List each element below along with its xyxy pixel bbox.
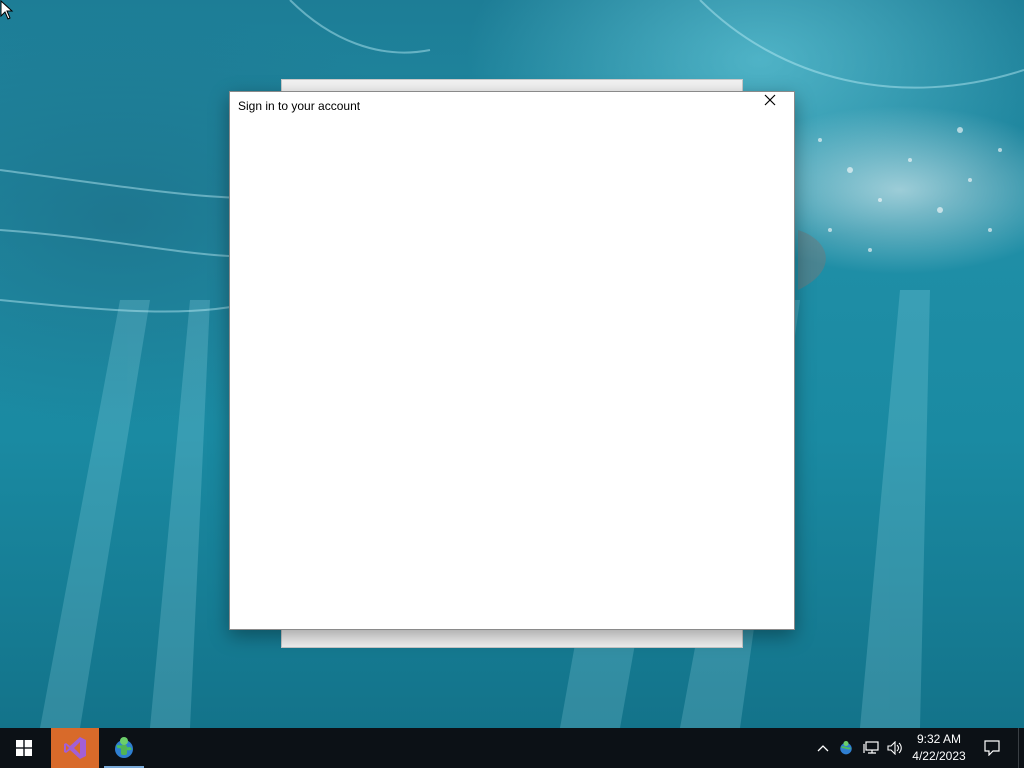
start-button[interactable]: [0, 728, 48, 768]
taskbar-app-visual-studio[interactable]: [51, 728, 99, 768]
chevron-up-icon: [817, 745, 829, 752]
network-button[interactable]: [860, 728, 882, 768]
tray-app-user-globe[interactable]: [836, 728, 856, 768]
close-icon: [764, 94, 776, 106]
windows-start-icon: [16, 740, 32, 756]
network-icon: [863, 741, 879, 754]
taskbar: 9:32 AM 4/22/2023: [0, 728, 1024, 768]
mouse-cursor-icon: [0, 0, 14, 20]
dialog-content-area: [230, 122, 794, 629]
action-center-button[interactable]: [980, 728, 1004, 768]
action-center-icon: [984, 740, 1000, 756]
dialog-title: Sign in to your account: [238, 99, 361, 113]
app-user-globe-icon: [840, 741, 852, 755]
taskbar-app-user-globe[interactable]: [104, 728, 144, 768]
sign-in-dialog: Sign in to your account: [229, 91, 795, 630]
desktop: Sign in to your account: [0, 0, 1024, 728]
volume-icon: [887, 741, 902, 755]
show-hidden-icons-button[interactable]: [814, 728, 832, 768]
volume-button[interactable]: [884, 728, 906, 768]
clock-time: 9:32 AM: [916, 732, 962, 746]
close-button[interactable]: [764, 94, 792, 118]
app-user-globe-icon: [115, 737, 133, 758]
show-desktop-button[interactable]: [1018, 728, 1024, 768]
visual-studio-icon: [64, 737, 86, 759]
clock-date: 4/22/2023: [912, 749, 966, 763]
taskbar-clock[interactable]: 9:32 AM 4/22/2023: [906, 728, 972, 768]
